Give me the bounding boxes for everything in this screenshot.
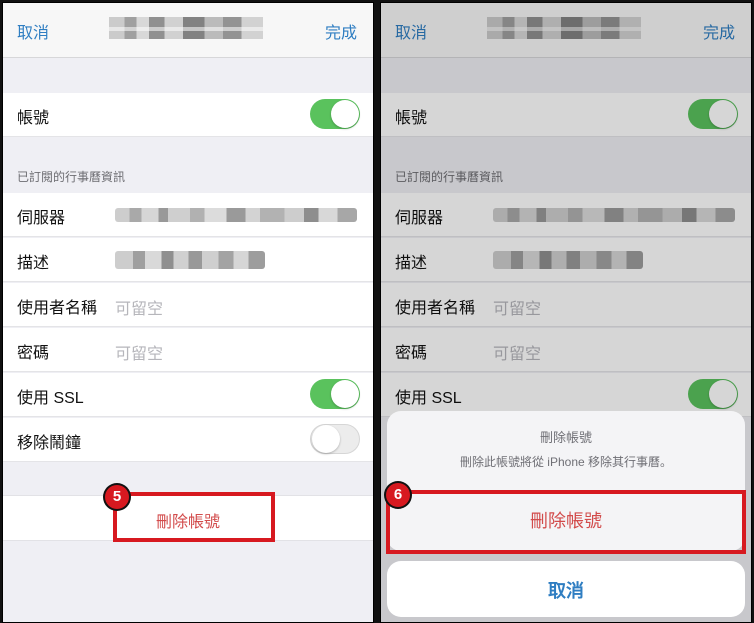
password-row[interactable]: 密碼 可留空 bbox=[3, 328, 373, 372]
right-settings-panel: 取消 完成 帳號 已訂閱的行事曆資訊 伺服器 描述 使用者名稱 可留空 密碼 可… bbox=[380, 2, 752, 623]
left-settings-panel: 取消 完成 帳號 已訂閱的行事曆資訊 伺服器 描述 使用者名稱 可留空 密碼 可… bbox=[2, 2, 374, 623]
remove-alarm-toggle[interactable] bbox=[310, 424, 360, 454]
blurred-description-value bbox=[115, 251, 265, 269]
step-6-badge: 6 bbox=[386, 483, 410, 507]
ssl-row: 使用 SSL bbox=[3, 373, 373, 417]
toggle-knob bbox=[331, 100, 359, 128]
username-label: 使用者名稱 bbox=[17, 300, 98, 317]
description-label: 描述 bbox=[17, 255, 50, 272]
server-label: 伺服器 bbox=[17, 210, 66, 227]
nav-bar: 取消 完成 bbox=[3, 3, 373, 58]
step-5-highlight bbox=[113, 492, 275, 542]
remove-alarm-label: 移除鬧鐘 bbox=[17, 435, 82, 452]
username-row[interactable]: 使用者名稱 可留空 bbox=[3, 283, 373, 327]
password-label: 密碼 bbox=[17, 345, 50, 362]
remove-alarm-row: 移除鬧鐘 bbox=[3, 418, 373, 462]
account-toggle[interactable] bbox=[310, 99, 360, 129]
action-sheet-title: 刪除帳號 bbox=[539, 430, 592, 445]
toggle-knob bbox=[331, 380, 359, 408]
step-5-badge: 5 bbox=[105, 485, 129, 509]
ssl-toggle[interactable] bbox=[310, 379, 360, 409]
cancel-button[interactable]: 取消 bbox=[17, 19, 49, 43]
blurred-account-title bbox=[109, 17, 263, 39]
blurred-server-value bbox=[115, 208, 357, 222]
cancel-action-sheet-button[interactable]: 取消 bbox=[387, 577, 745, 603]
action-sheet-message: 刪除此帳號將從 iPhone 移除其行事曆。 bbox=[459, 455, 673, 469]
username-placeholder: 可留空 bbox=[115, 301, 164, 318]
password-placeholder: 可留空 bbox=[115, 346, 164, 363]
account-label: 帳號 bbox=[17, 110, 50, 127]
subscribed-calendar-section-title: 已訂閱的行事曆資訊 bbox=[17, 170, 126, 184]
description-row[interactable]: 描述 bbox=[3, 238, 373, 282]
ssl-label: 使用 SSL bbox=[17, 390, 84, 407]
server-row[interactable]: 伺服器 bbox=[3, 193, 373, 237]
done-button[interactable]: 完成 bbox=[325, 19, 357, 43]
toggle-knob bbox=[312, 425, 340, 453]
account-row: 帳號 bbox=[3, 93, 373, 137]
step-6-highlight bbox=[386, 490, 746, 554]
cancel-action-sheet-button-container: 取消 bbox=[387, 561, 745, 617]
comparison-canvas: 取消 完成 帳號 已訂閱的行事曆資訊 伺服器 描述 使用者名稱 可留空 密碼 可… bbox=[0, 0, 754, 623]
